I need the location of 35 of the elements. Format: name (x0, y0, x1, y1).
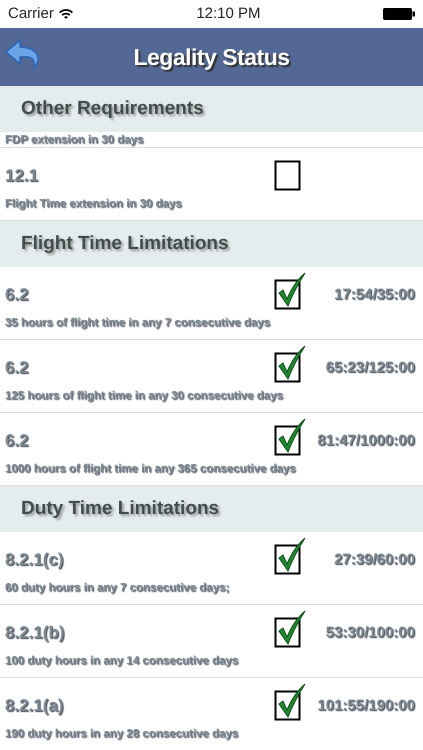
rule-description: 125 hours of flight time in any 30 consecutive days (5, 389, 283, 404)
rule-code: 6.2 (5, 357, 29, 379)
wifi-icon (58, 8, 74, 20)
rule-description: 35 hours of flight time in any 7 consecutive days (5, 316, 270, 331)
time-value: 27:39/60:00 (334, 550, 415, 570)
clock-time: 12:10 PM (196, 4, 261, 24)
checkbox[interactable] (274, 682, 306, 721)
time-value: 101:55/190:00 (317, 696, 415, 716)
screen-title: Legality Status (133, 42, 290, 72)
time-value: 65:23/125:00 (326, 358, 415, 378)
rule-description: 100 duty hours in any 14 consecutive days (5, 654, 238, 669)
checkbox[interactable] (274, 271, 306, 310)
rule-description: 1000 hours of flight time in any 365 consecutive days (5, 462, 296, 477)
rule-code: 6.2 (5, 284, 29, 306)
battery-icon (383, 8, 415, 20)
section-title: Other Requirements (21, 96, 204, 121)
checkbox[interactable] (274, 417, 306, 456)
rule-code: 6.2 (5, 430, 29, 452)
carrier-label: Carrier (8, 4, 54, 24)
rule-code: 8.2.1(c) (5, 549, 64, 571)
checkbox[interactable] (274, 344, 306, 383)
checkbox[interactable] (274, 536, 306, 575)
time-value: 81:47/1000:00 (317, 431, 415, 451)
section-title: Flight Time Limitations (21, 232, 229, 256)
time-value: 17:54/35:00 (334, 285, 415, 305)
rule-code: 12.1 (5, 165, 38, 187)
checkbox[interactable] (274, 609, 306, 648)
time-value: 53:30/100:00 (326, 623, 415, 643)
rule-description: Flight Time extension in 30 days (5, 197, 182, 212)
rule-code: 8.2.1(b) (5, 622, 65, 644)
rule-description: 190 duty hours in any 28 consecutive days (5, 727, 238, 742)
rule-description: 60 duty hours in any 7 consecutive days; (5, 581, 230, 596)
rule-code: 8.2.1(a) (5, 695, 64, 717)
section-title: Duty Time Limitations (21, 496, 220, 521)
rule-description: FDP extension in 30 days (5, 133, 144, 148)
